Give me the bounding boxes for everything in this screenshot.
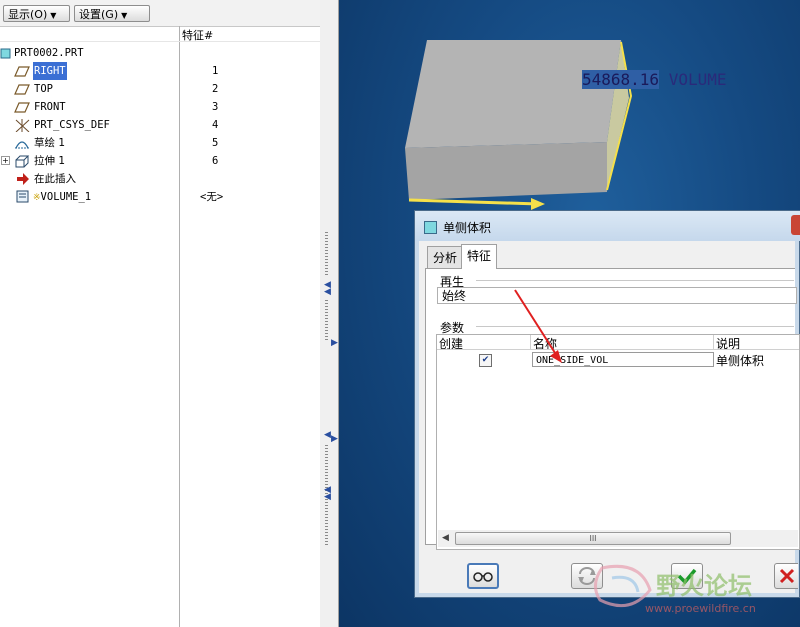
parameter-table: 创建 名称 说明 ✔ ONE_SIDE_VOL 单侧体积 ◀ III (436, 334, 800, 550)
model-tree-toolbar: 显示(O) ▼ 设置(G) ▼ (0, 0, 320, 27)
direction-arrow-icon (531, 198, 545, 210)
settings-menu-label: 设置(G) (79, 8, 119, 21)
chevron-down-icon: ▼ (50, 11, 57, 20)
feature-number: 1 (212, 65, 219, 77)
tree-item-label: FRONT (34, 101, 66, 113)
tree-item-label: ※VOLUME_1 (33, 188, 91, 207)
collapse-left-icon[interactable]: ◀ (324, 430, 331, 440)
tree-item-front[interactable]: FRONT 3 (0, 98, 320, 116)
glasses-icon (473, 572, 493, 582)
box-front-face (405, 142, 607, 200)
dialog-app-icon (424, 221, 437, 234)
sketch-icon (15, 141, 29, 149)
tree-item-label: RIGHT (33, 62, 67, 80)
column-separator[interactable] (713, 335, 714, 349)
watermark-text: 野火论坛 (656, 572, 752, 600)
status-marker-icon: ※ (33, 193, 41, 203)
volume-unit: VOLUME (668, 70, 727, 89)
tree-item-label: 草绘 1 (34, 137, 66, 149)
tab-feature[interactable]: 特征 (461, 244, 498, 269)
collapse-left-icon[interactable]: ◀ (324, 287, 331, 297)
feature-number: 4 (212, 119, 219, 131)
highlighted-edge (408, 198, 540, 206)
window-close-button[interactable] (791, 215, 800, 235)
parameter-name-input[interactable]: ONE_SIDE_VOL (532, 352, 714, 367)
tree-item-sketch[interactable]: 草绘 1 5 (0, 134, 320, 152)
feature-number: 5 (212, 137, 219, 149)
header-separator (437, 349, 799, 350)
tree-root-row[interactable]: PRT0002.PRT (0, 44, 320, 62)
settings-menu-button[interactable]: 设置(G) ▼ (74, 5, 150, 22)
box-top-face (405, 40, 621, 148)
volume-annotation: 54868.16 VOLUME (582, 70, 727, 89)
parameter-description: 单侧体积 (716, 354, 765, 368)
tree-item-label: 拉伸 1 (34, 155, 66, 167)
insert-here-arrow-icon (17, 173, 29, 185)
expand-right-icon[interactable]: ▶ (331, 434, 338, 444)
tree-item-top[interactable]: TOP 2 (0, 80, 320, 98)
regen-select[interactable]: 始终 (437, 287, 797, 304)
model-tree-panel: 显示(O) ▼ 设置(G) ▼ 特征# PRT0002.PRT RIGHT 1 TO… (0, 0, 321, 627)
header-separator (0, 41, 320, 42)
scrollbar-thumb[interactable]: III (455, 532, 731, 545)
datum-plane-icon (14, 84, 30, 95)
tree-root-label: PRT0002.PRT (14, 47, 84, 59)
expand-toggle-icon[interactable]: + (1, 156, 10, 165)
analysis-feature-icon (16, 190, 29, 203)
tree-item-csys[interactable]: PRT_CSYS_DEF 4 (0, 116, 320, 134)
tree-item-label: TOP (34, 83, 53, 95)
one-side-volume-dialog: 单侧体积 分析 特征 再生 参数 始终 创建 名称 说明 ✔ ONE_SIDE_… (414, 210, 800, 598)
info-view-button[interactable] (467, 563, 499, 589)
splitter-grip[interactable] (325, 232, 328, 277)
dialog-title: 单侧体积 (443, 221, 492, 235)
tab-analysis[interactable]: 分析 (427, 246, 464, 269)
create-checkbox[interactable]: ✔ (479, 354, 492, 367)
column-separator[interactable] (530, 335, 531, 349)
watermark-url: www.proewildfire.cn (645, 602, 756, 615)
tree-item-label: 在此插入 (34, 173, 76, 185)
show-menu-label: 显示(O) (8, 8, 48, 21)
tree-item-extrude[interactable]: + 拉伸 1 6 (0, 152, 320, 170)
chevron-down-icon: ▼ (121, 11, 128, 20)
extrude-icon (15, 155, 30, 168)
tree-item-insert-here[interactable]: 在此插入 (0, 170, 320, 188)
datum-plane-icon (14, 66, 30, 77)
tree-item-volume-label: VOLUME_1 (40, 191, 92, 203)
feature-number: <无> (200, 191, 224, 203)
forum-watermark: 野火论坛 www.proewildfire.cn (590, 560, 800, 627)
volume-value: 54868.16 (582, 70, 660, 89)
feature-number: 2 (212, 83, 219, 95)
expand-right-icon[interactable]: ▶ (331, 338, 338, 348)
collapse-left-icon[interactable]: ◀ (324, 492, 331, 502)
tree-item-right[interactable]: RIGHT 1 (0, 62, 320, 80)
show-menu-button[interactable]: 显示(O) ▼ (3, 5, 70, 22)
group-separator (476, 326, 794, 327)
feature-number: 6 (212, 155, 219, 167)
coordinate-system-icon (15, 119, 30, 132)
scroll-left-icon[interactable]: ◀ (442, 533, 449, 543)
panel-splitter[interactable]: ◀ ◀ ▶ ◀ ▶ ◀ ◀ (320, 0, 339, 627)
dialog-title-bar[interactable]: 单侧体积 (415, 211, 800, 241)
tree-item-volume[interactable]: ※VOLUME_1 <无> (0, 188, 320, 206)
datum-plane-icon (14, 102, 30, 113)
splitter-grip[interactable] (325, 300, 328, 340)
tree-item-label: PRT_CSYS_DEF (34, 119, 110, 131)
horizontal-scrollbar[interactable]: ◀ III (438, 530, 798, 547)
group-separator (476, 280, 794, 281)
feature-number: 3 (212, 101, 219, 113)
dialog-body: 分析 特征 再生 参数 始终 创建 名称 说明 ✔ ONE_SIDE_VOL 单… (422, 243, 800, 593)
